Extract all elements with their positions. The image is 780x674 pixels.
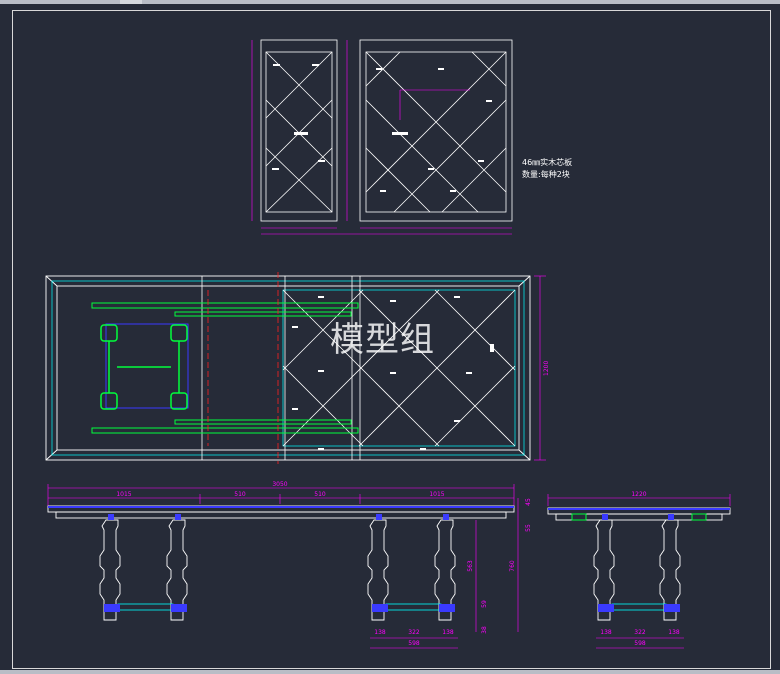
dim-side-span-b: 322	[634, 629, 646, 636]
plan-width-label: 1200	[543, 361, 550, 376]
dim-side-span-a: 138	[600, 629, 612, 636]
dim-seg-1: 1015	[116, 491, 131, 498]
plan-outline	[45, 275, 531, 461]
dim-leg-span-b: 322	[408, 629, 420, 636]
dim-leg-span-c: 138	[442, 629, 454, 636]
dim-seg-4: 1015	[429, 491, 444, 498]
dim-height-top-b: 55	[525, 524, 532, 532]
leg-stretchers	[117, 603, 667, 611]
watermark: 模型组	[330, 320, 435, 360]
dim-side-base: 598	[634, 640, 646, 647]
dim-overall-length: 3050	[272, 481, 287, 488]
plan-red-centerline	[207, 272, 279, 464]
dim-leg-span-a: 138	[374, 629, 386, 636]
dim-leg-base: 598	[408, 640, 420, 647]
cad-viewport[interactable]: 1200 3050 1015 510 510 1015 1220 138 322…	[0, 0, 780, 674]
dim-height-stretcher: 59	[481, 600, 488, 608]
plan-legs-green	[100, 324, 188, 410]
dim-side-span-c: 138	[668, 629, 680, 636]
panel-detail-right	[359, 39, 513, 222]
plan-inner-cyan	[51, 280, 525, 456]
quantity-note: 数量:每种2块	[522, 170, 570, 179]
dim-height-top-a: 45	[525, 498, 532, 506]
status-bar	[0, 670, 780, 674]
elevation-top-blue	[48, 506, 730, 510]
material-note: 46㎜实木芯板	[522, 158, 573, 167]
plan-leg-frame	[105, 323, 189, 409]
side-green-blocks	[571, 513, 707, 521]
dim-seg-3: 510	[314, 491, 326, 498]
dim-side-width: 1220	[631, 491, 646, 498]
dim-seg-2: 510	[234, 491, 246, 498]
plan-rails-green	[91, 302, 359, 434]
dim-height-total: 760	[509, 560, 516, 572]
panel-markers	[272, 64, 492, 192]
dim-height-foot: 38	[481, 626, 488, 634]
dim-height-leg: 563	[467, 560, 474, 572]
panel-detail-left	[260, 39, 338, 222]
